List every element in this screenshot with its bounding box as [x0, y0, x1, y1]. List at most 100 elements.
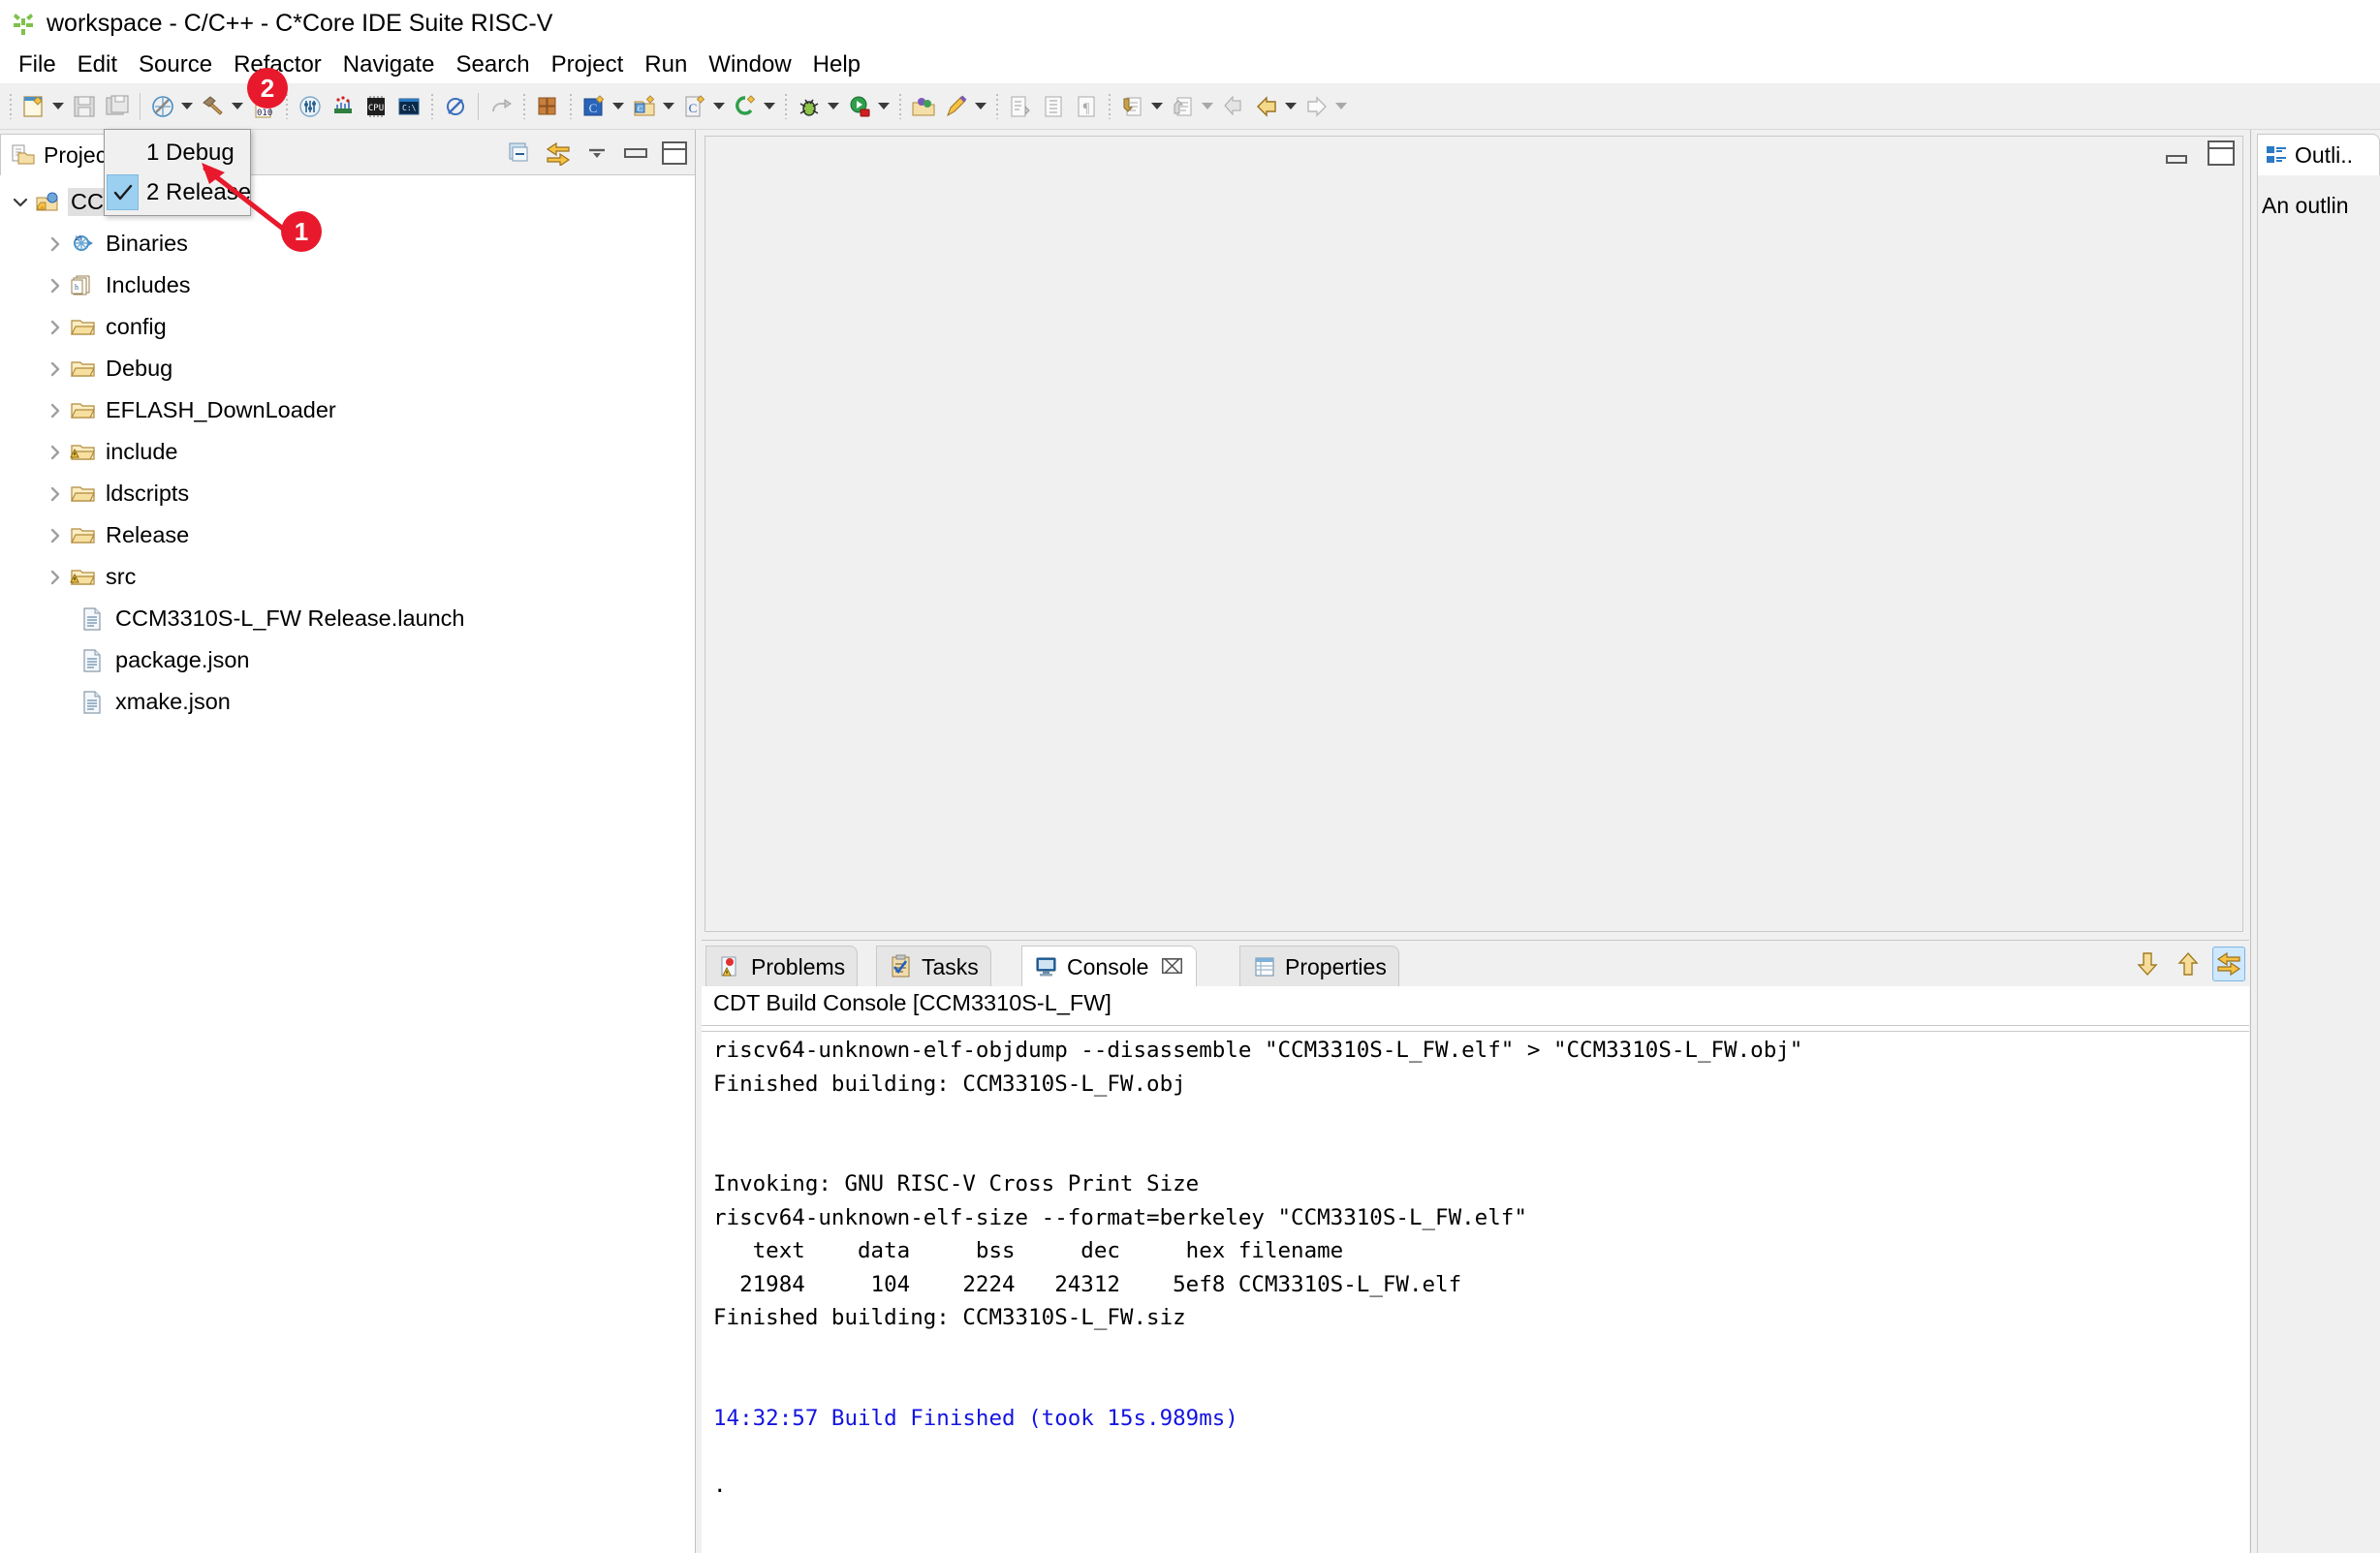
previous-edit-icon[interactable] [1118, 92, 1147, 121]
tab-outline[interactable]: Outli.. [2257, 134, 2380, 175]
new-c-file-icon[interactable]: C [680, 92, 709, 121]
toolbar-grip-7[interactable] [896, 91, 904, 121]
new-c-file-dropdown-arrow[interactable] [711, 92, 727, 121]
save-all-icon[interactable] [103, 92, 132, 121]
pin-header-icon[interactable] [329, 92, 358, 121]
minimize-view-icon[interactable] [621, 139, 650, 168]
menu-file[interactable]: File [8, 49, 67, 80]
tree-item-xmake-json[interactable]: xmake.json [0, 681, 695, 723]
menu-navigate[interactable]: Navigate [332, 49, 446, 80]
run-icon[interactable] [845, 92, 874, 121]
build-config-dropdown-arrow[interactable] [230, 92, 245, 121]
previous-edit-dropdown-arrow[interactable] [1149, 92, 1165, 121]
link-with-editor-icon[interactable] [544, 139, 573, 168]
toolbar-grip-6[interactable] [782, 91, 790, 121]
console-output[interactable]: riscv64-unknown-elf-objdump --disassembl… [702, 1031, 2249, 1553]
new-wizard-dropdown-arrow[interactable] [50, 92, 66, 121]
new-c-project-dropdown-arrow[interactable] [611, 92, 626, 121]
twisty-right-icon[interactable] [43, 234, 68, 254]
twisty-right-icon[interactable] [43, 568, 68, 587]
grid-cells-icon[interactable] [533, 92, 562, 121]
tab-console[interactable]: Console ⌧ [1021, 946, 1197, 987]
save-icon[interactable] [70, 92, 99, 121]
view-menu-icon[interactable] [582, 139, 611, 168]
undo-arrow-icon[interactable] [486, 92, 516, 121]
twisty-right-icon[interactable] [43, 318, 68, 337]
new-class-icon[interactable] [731, 92, 760, 121]
tree-item-src[interactable]: src [0, 556, 695, 598]
menu-item-release[interactable]: 2 Release [105, 172, 251, 212]
twisty-right-icon[interactable] [43, 359, 68, 379]
project-tree[interactable]: CCM33 10 Binaries [0, 175, 695, 1553]
tree-item-debug-folder[interactable]: Debug [0, 348, 695, 389]
scroll-up-icon[interactable] [2172, 947, 2205, 981]
twisty-right-icon[interactable] [43, 443, 68, 462]
search-pencil-icon[interactable] [942, 92, 971, 121]
last-edit-icon[interactable] [1039, 92, 1068, 121]
tree-item-config[interactable]: config [0, 306, 695, 348]
search-dropdown-arrow[interactable] [973, 92, 988, 121]
menu-project[interactable]: Project [541, 49, 635, 80]
build-all-icon[interactable] [148, 92, 177, 121]
toolbar-grip-5[interactable] [567, 91, 575, 121]
toolbar-grip-8[interactable] [993, 91, 1001, 121]
tree-item-package-json[interactable]: package.json [0, 639, 695, 681]
next-edit-dropdown-arrow[interactable] [1200, 92, 1215, 121]
toolbar-grip-4[interactable] [520, 91, 528, 121]
maximize-view-icon[interactable] [660, 139, 689, 168]
tree-item-includes[interactable]: h Includes [0, 264, 695, 306]
twisty-right-icon[interactable] [43, 526, 68, 545]
forward-arrow-icon[interactable] [1302, 92, 1331, 121]
new-c-project-icon[interactable]: C [579, 92, 609, 121]
new-wizard-icon[interactable] [19, 92, 48, 121]
twisty-right-icon[interactable] [43, 276, 68, 295]
cpu-icon[interactable]: CPU [361, 92, 391, 121]
back-dropdown-arrow[interactable] [1283, 92, 1299, 121]
menu-item-debug[interactable]: 1 Debug [105, 133, 250, 172]
new-c-folder-dropdown-arrow[interactable] [661, 92, 676, 121]
show-whitespace-icon[interactable]: ¶ [1072, 92, 1101, 121]
tree-item-release-folder[interactable]: Release [0, 514, 695, 556]
new-class-dropdown-arrow[interactable] [762, 92, 777, 121]
close-icon[interactable]: ⌧ [1160, 955, 1183, 979]
new-c-folder-icon[interactable]: C [630, 92, 659, 121]
tab-properties[interactable]: Properties [1239, 946, 1399, 987]
menu-search[interactable]: Search [446, 49, 541, 80]
editor-empty-area[interactable] [705, 136, 2243, 932]
menu-source[interactable]: Source [128, 49, 223, 80]
skip-breakpoints-icon[interactable] [441, 92, 470, 121]
menu-run[interactable]: Run [634, 49, 698, 80]
minimize-icon[interactable] [2163, 142, 2190, 164]
menu-window[interactable]: Window [698, 49, 801, 80]
next-annotation-icon[interactable] [1006, 92, 1035, 121]
scroll-lock-down-icon[interactable] [2131, 947, 2164, 981]
twisty-right-icon[interactable] [43, 484, 68, 504]
tree-item-binaries[interactable]: 10 Binaries [0, 223, 695, 264]
tree-item-eflash-downloader[interactable]: EFLASH_DownLoader [0, 389, 695, 431]
tab-problems[interactable]: Problems [705, 946, 859, 987]
tree-item-launch-file[interactable]: CCM3310S-L_FW Release.launch [0, 598, 695, 639]
toolbar-grip[interactable] [7, 91, 15, 121]
build-config-dropdown[interactable]: 1 Debug 2 Release [104, 129, 251, 216]
pin-console-icon[interactable] [2212, 947, 2245, 981]
build-hammer-icon[interactable] [199, 92, 228, 121]
build-all-dropdown-arrow[interactable] [179, 92, 195, 121]
debug-bug-icon[interactable] [795, 92, 824, 121]
tree-item-include[interactable]: include [0, 431, 695, 473]
run-dropdown-arrow[interactable] [876, 92, 892, 121]
forward-dropdown-arrow[interactable] [1333, 92, 1349, 121]
back-arrow-icon[interactable] [1252, 92, 1281, 121]
debug-dropdown-arrow[interactable] [826, 92, 841, 121]
menu-help[interactable]: Help [802, 49, 871, 80]
toolbar-grip-3[interactable] [428, 91, 436, 121]
next-edit-icon[interactable] [1169, 92, 1198, 121]
maximize-icon[interactable] [2208, 140, 2235, 166]
settings-chip-icon[interactable] [296, 92, 325, 121]
menu-edit[interactable]: Edit [67, 49, 128, 80]
twisty-right-icon[interactable] [43, 401, 68, 420]
collapse-all-icon[interactable] [505, 139, 534, 168]
back-history-icon[interactable] [1219, 92, 1248, 121]
toolbar-grip-9[interactable] [1106, 91, 1113, 121]
tab-tasks[interactable]: Tasks [876, 946, 991, 987]
tree-item-ldscripts[interactable]: ldscripts [0, 473, 695, 514]
